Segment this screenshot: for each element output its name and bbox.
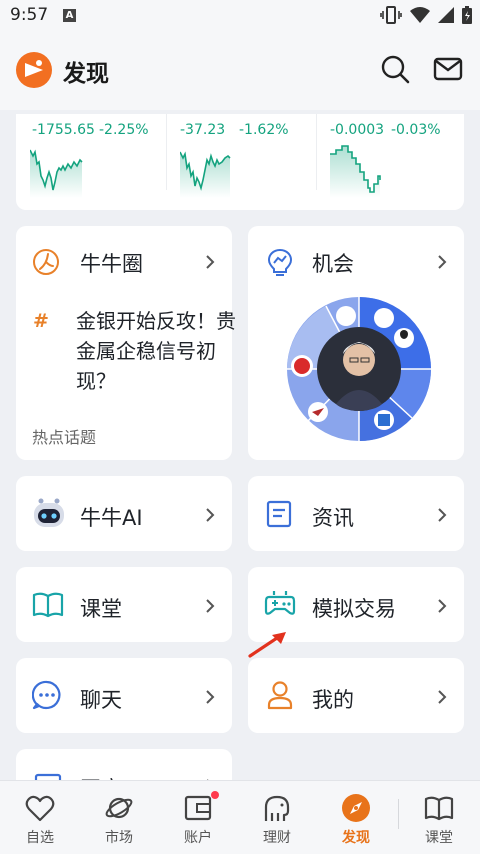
- tab-classroom[interactable]: 课堂: [404, 781, 474, 854]
- tab-label: 市场: [105, 830, 133, 846]
- tab-wealth[interactable]: 理财: [242, 781, 312, 854]
- chevron-right-icon: [438, 599, 447, 613]
- hot-topic-label: 热点话题: [32, 428, 97, 447]
- robot-icon: [34, 498, 64, 527]
- news-icon: [266, 500, 292, 528]
- classroom-card[interactable]: 课堂: [16, 567, 232, 642]
- chat-bubble-icon: [32, 680, 61, 710]
- market-change: -1755.65: [32, 122, 95, 138]
- bottom-nav: 自选 市场 账户 理财 发现 课堂: [0, 780, 480, 854]
- compass-icon: [342, 794, 370, 822]
- status-bar: 9:57 A: [0, 0, 480, 32]
- tab-label: 理财: [263, 830, 291, 846]
- tab-label: 发现: [342, 830, 370, 846]
- battery-icon: [462, 6, 472, 24]
- page-title: 发现: [63, 61, 109, 87]
- chat-card[interactable]: 聊天: [16, 658, 232, 733]
- vibrate-icon: [380, 6, 402, 24]
- search-icon[interactable]: [380, 54, 410, 84]
- tab-watchlist[interactable]: 自选: [5, 781, 75, 854]
- status-time: 9:57: [10, 5, 49, 25]
- market-percent: -0.03%: [391, 122, 441, 138]
- market-strip: -1755.65 -2.25% -37.23 -1.62% -0.0003 -0…: [16, 114, 464, 210]
- tab-label: 课堂: [425, 830, 453, 846]
- circle-community-icon: [33, 249, 59, 275]
- chevron-right-icon: [206, 508, 215, 522]
- circle-title: 牛牛圈: [80, 252, 143, 276]
- wallet-icon: [184, 795, 212, 821]
- hashtag-icon: #: [33, 310, 49, 332]
- notification-badge: [211, 791, 219, 799]
- divider: [398, 799, 399, 829]
- opportunity-title: 机会: [312, 252, 354, 276]
- opportunity-card[interactable]: 机会: [248, 226, 464, 460]
- planet-icon: [105, 797, 133, 819]
- tab-account[interactable]: 账户: [163, 781, 233, 854]
- market-change: -0.0003: [330, 122, 385, 138]
- market-item[interactable]: -0.0003 -0.03%: [316, 114, 464, 210]
- tab-discover[interactable]: 发现: [321, 781, 391, 854]
- ai-title: 牛牛AI: [80, 506, 143, 530]
- news-title: 资讯: [312, 506, 354, 530]
- chevron-right-icon: [206, 690, 215, 704]
- sparkline-chart: [30, 149, 83, 198]
- elephant-icon: [264, 795, 290, 821]
- lightbulb-chart-icon: [267, 248, 293, 276]
- book-icon: [424, 796, 454, 821]
- user-icon: [267, 681, 293, 710]
- header: 发现: [0, 32, 480, 110]
- market-change: -37.23: [180, 122, 226, 138]
- gamepad-icon: [264, 591, 296, 615]
- chat-title: 聊天: [80, 688, 122, 712]
- tab-market[interactable]: 市场: [84, 781, 154, 854]
- sparkline-chart: [330, 145, 381, 198]
- chevron-right-icon: [206, 255, 215, 269]
- signal-icon: [438, 7, 454, 23]
- portfolio-donut-chart: [287, 297, 432, 442]
- notification-icon: A: [63, 9, 76, 22]
- sparkline-chart: [180, 151, 231, 198]
- sim-trade-title: 模拟交易: [312, 597, 396, 621]
- moomoo-logo-icon: [16, 52, 52, 88]
- chevron-right-icon: [438, 255, 447, 269]
- tab-label: 自选: [26, 830, 54, 846]
- market-percent: -2.25%: [99, 122, 149, 138]
- mine-title: 我的: [312, 688, 354, 712]
- market-item[interactable]: -1755.65 -2.25%: [16, 114, 166, 210]
- tab-label: 账户: [184, 830, 212, 846]
- open-book-icon: [32, 592, 64, 618]
- ai-card[interactable]: 牛牛AI: [16, 476, 232, 551]
- circle-card[interactable]: 牛牛圈 # 金银开始反攻！贵金属企稳信号初现？ 热点话题: [16, 226, 236, 460]
- market-item[interactable]: -37.23 -1.62%: [166, 114, 316, 210]
- system-icons: [380, 6, 472, 24]
- hot-topic-text[interactable]: 金银开始反攻！贵金属企稳信号初现？: [76, 306, 236, 396]
- pointer-arrow-icon: [248, 632, 286, 658]
- market-percent: -1.62%: [239, 122, 289, 138]
- mine-card[interactable]: 我的: [248, 658, 464, 733]
- classroom-title: 课堂: [80, 597, 122, 621]
- heart-icon: [25, 795, 55, 822]
- mail-icon[interactable]: [433, 54, 463, 84]
- chevron-right-icon: [438, 690, 447, 704]
- chevron-right-icon: [438, 508, 447, 522]
- chevron-right-icon: [206, 599, 215, 613]
- wifi-icon: [410, 7, 430, 23]
- news-card[interactable]: 资讯: [248, 476, 464, 551]
